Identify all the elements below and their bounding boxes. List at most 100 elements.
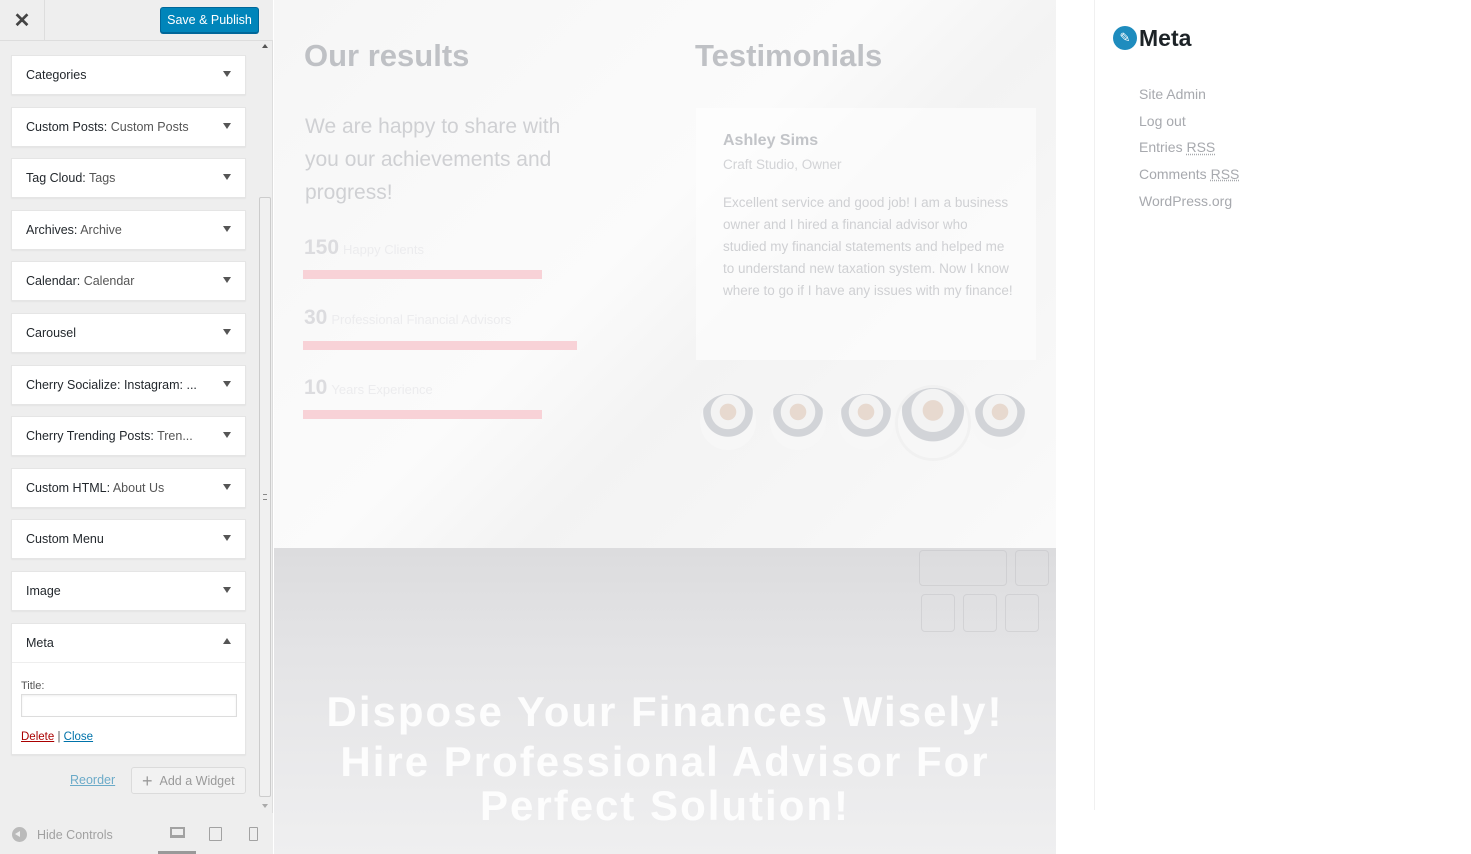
widget-categories[interactable]: Categories bbox=[11, 55, 246, 95]
title-field[interactable] bbox=[21, 693, 237, 717]
panel-scrollbar[interactable] bbox=[258, 41, 273, 813]
toggle-arrow-icon[interactable] bbox=[223, 328, 231, 335]
widget-tag-cloud[interactable]: Tag Cloud: Tags bbox=[11, 158, 246, 199]
stat-experience: 10 Years Experience bbox=[304, 376, 433, 400]
site-preview: Our results We are happy to share with y… bbox=[274, 0, 1471, 854]
wordpress-org-link[interactable]: WordPress.org bbox=[1139, 192, 1239, 219]
meta-links: Site Admin Log out Entries RSS Comments … bbox=[1139, 85, 1239, 218]
toggle-arrow-icon[interactable] bbox=[223, 586, 231, 593]
toggle-arrow-icon[interactable] bbox=[223, 277, 231, 284]
stat-number: 150 bbox=[304, 236, 340, 259]
avatar[interactable] bbox=[700, 394, 756, 450]
desktop-icon[interactable] bbox=[170, 827, 185, 838]
pencil-icon[interactable]: ✎ bbox=[1113, 26, 1137, 50]
widget-archives[interactable]: Archives: Archive bbox=[11, 209, 246, 250]
widget-cherry-trending[interactable]: Cherry Trending Posts: Tren... bbox=[11, 416, 246, 457]
site-admin-link[interactable]: Site Admin bbox=[1139, 85, 1239, 112]
toggle-arrow-icon[interactable] bbox=[223, 225, 231, 232]
customizer-panel: ✕ Save & Publish Categories Custom Posts… bbox=[0, 0, 273, 854]
widget-title: Cherry Trending Posts: Tren... bbox=[26, 429, 193, 444]
customizer-footer: Hide Controls bbox=[0, 813, 273, 854]
progress-bar bbox=[303, 341, 577, 350]
testimonial-author: Ashley Sims bbox=[723, 132, 819, 149]
widget-title: Custom Posts: Custom Posts bbox=[26, 119, 189, 134]
toggle-arrow-icon[interactable] bbox=[223, 174, 231, 181]
hero-title-line: Dispose Your Finances Wisely! bbox=[326, 688, 1004, 735]
avatar[interactable] bbox=[898, 388, 968, 458]
widget-title: Tag Cloud: Tags bbox=[26, 171, 116, 186]
meta-heading: Meta bbox=[1139, 25, 1192, 51]
stat-number: 10 bbox=[304, 376, 328, 399]
toggle-arrow-icon[interactable] bbox=[223, 122, 231, 129]
widget-title: Custom Menu bbox=[26, 532, 104, 547]
keyboard-image bbox=[919, 550, 1056, 640]
progress-bar bbox=[303, 410, 542, 419]
scroll-up-icon[interactable] bbox=[262, 44, 268, 48]
customizer-header: ✕ Save & Publish bbox=[0, 0, 273, 41]
separator: | bbox=[57, 730, 61, 743]
avatar[interactable] bbox=[770, 394, 826, 450]
widget-title: Carousel bbox=[26, 325, 77, 340]
add-widget-label: Add a Widget bbox=[159, 773, 235, 788]
toggle-arrow-icon[interactable] bbox=[223, 483, 231, 490]
toggle-arrow-icon[interactable] bbox=[223, 432, 231, 439]
widget-meta[interactable]: Meta Title: Delete | Close bbox=[11, 622, 246, 755]
delete-link[interactable]: Delete bbox=[21, 731, 54, 743]
collapse-icon bbox=[12, 827, 27, 842]
hide-controls-label: Hide Controls bbox=[37, 827, 113, 842]
stat-label: Years Experience bbox=[331, 382, 433, 397]
widget-title: Cherry Socialize: Instagram: ... bbox=[26, 377, 197, 392]
save-publish-button[interactable]: Save & Publish bbox=[160, 7, 259, 33]
scroll-down-icon[interactable] bbox=[262, 804, 268, 808]
widget-title: Calendar: Calendar bbox=[26, 274, 135, 289]
reorder-link[interactable]: Reorder bbox=[70, 773, 115, 787]
progress-bar bbox=[303, 270, 542, 279]
avatar[interactable] bbox=[972, 394, 1028, 450]
widget-cherry-socialize[interactable]: Cherry Socialize: Instagram: ... bbox=[11, 364, 246, 405]
results-heading: Our results bbox=[304, 38, 470, 73]
toggle-arrow-icon[interactable] bbox=[223, 71, 231, 77]
plus-icon: + bbox=[142, 770, 153, 791]
mobile-icon[interactable] bbox=[249, 827, 258, 841]
sidebar-divider bbox=[1094, 0, 1095, 810]
stat-number: 30 bbox=[304, 306, 328, 329]
comments-rss-link[interactable]: Comments RSS bbox=[1139, 165, 1239, 192]
widget-custom-posts[interactable]: Custom Posts: Custom Posts bbox=[11, 106, 246, 147]
widget-title: Image bbox=[26, 583, 61, 598]
log-out-link[interactable]: Log out bbox=[1139, 112, 1239, 139]
widget-custom-menu[interactable]: Custom Menu bbox=[11, 519, 246, 560]
hide-controls-button[interactable]: Hide Controls bbox=[12, 827, 113, 842]
divider bbox=[12, 661, 245, 663]
widget-title: Categories bbox=[26, 68, 87, 82]
widget-title: Custom HTML: About Us bbox=[26, 480, 165, 495]
testimonials-heading: Testimonials bbox=[695, 38, 883, 73]
entries-rss-link[interactable]: Entries RSS bbox=[1139, 138, 1239, 165]
widget-custom-html[interactable]: Custom HTML: About Us bbox=[11, 467, 246, 508]
collapse-arrow-icon[interactable] bbox=[223, 637, 231, 644]
testimonial-text: Excellent service and good job! I am a b… bbox=[723, 195, 1013, 298]
testimonial-role: Craft Studio, Owner bbox=[723, 157, 842, 172]
add-widget-button[interactable]: + Add a Widget bbox=[131, 767, 246, 794]
widget-calendar[interactable]: Calendar: Calendar bbox=[11, 261, 246, 302]
scroll-thumb[interactable] bbox=[259, 197, 271, 797]
toggle-arrow-icon[interactable] bbox=[223, 380, 231, 387]
close-icon[interactable]: ✕ bbox=[0, 0, 45, 41]
results-lede: We are happy to share with you our achie… bbox=[305, 115, 561, 204]
results-testimonials-section: Our results We are happy to share with y… bbox=[274, 0, 1056, 548]
widget-carousel[interactable]: Carousel bbox=[11, 312, 246, 353]
avatar[interactable] bbox=[838, 394, 894, 450]
title-field-label: Title: bbox=[21, 679, 45, 692]
tablet-icon[interactable] bbox=[209, 827, 222, 841]
toggle-arrow-icon[interactable] bbox=[223, 535, 231, 542]
hero-banner: Dispose Your Finances Wisely! Hire Profe… bbox=[274, 548, 1056, 854]
hero-title-line: Perfect Solution! bbox=[479, 782, 851, 829]
widget-actions: Delete | Close bbox=[21, 731, 93, 743]
hero-title-line: Hire Professional Advisor For bbox=[340, 738, 990, 785]
widget-image[interactable]: Image bbox=[11, 570, 246, 611]
stat-happy-clients: 150 Happy Clients bbox=[304, 236, 424, 260]
close-link[interactable]: Close bbox=[64, 731, 93, 743]
widgets-section: Categories Custom Posts: Custom Posts Ta… bbox=[0, 41, 258, 813]
stat-label: Happy Clients bbox=[343, 242, 424, 257]
widget-title: Meta bbox=[26, 635, 54, 650]
stat-label: Professional Financial Advisors bbox=[331, 312, 512, 327]
